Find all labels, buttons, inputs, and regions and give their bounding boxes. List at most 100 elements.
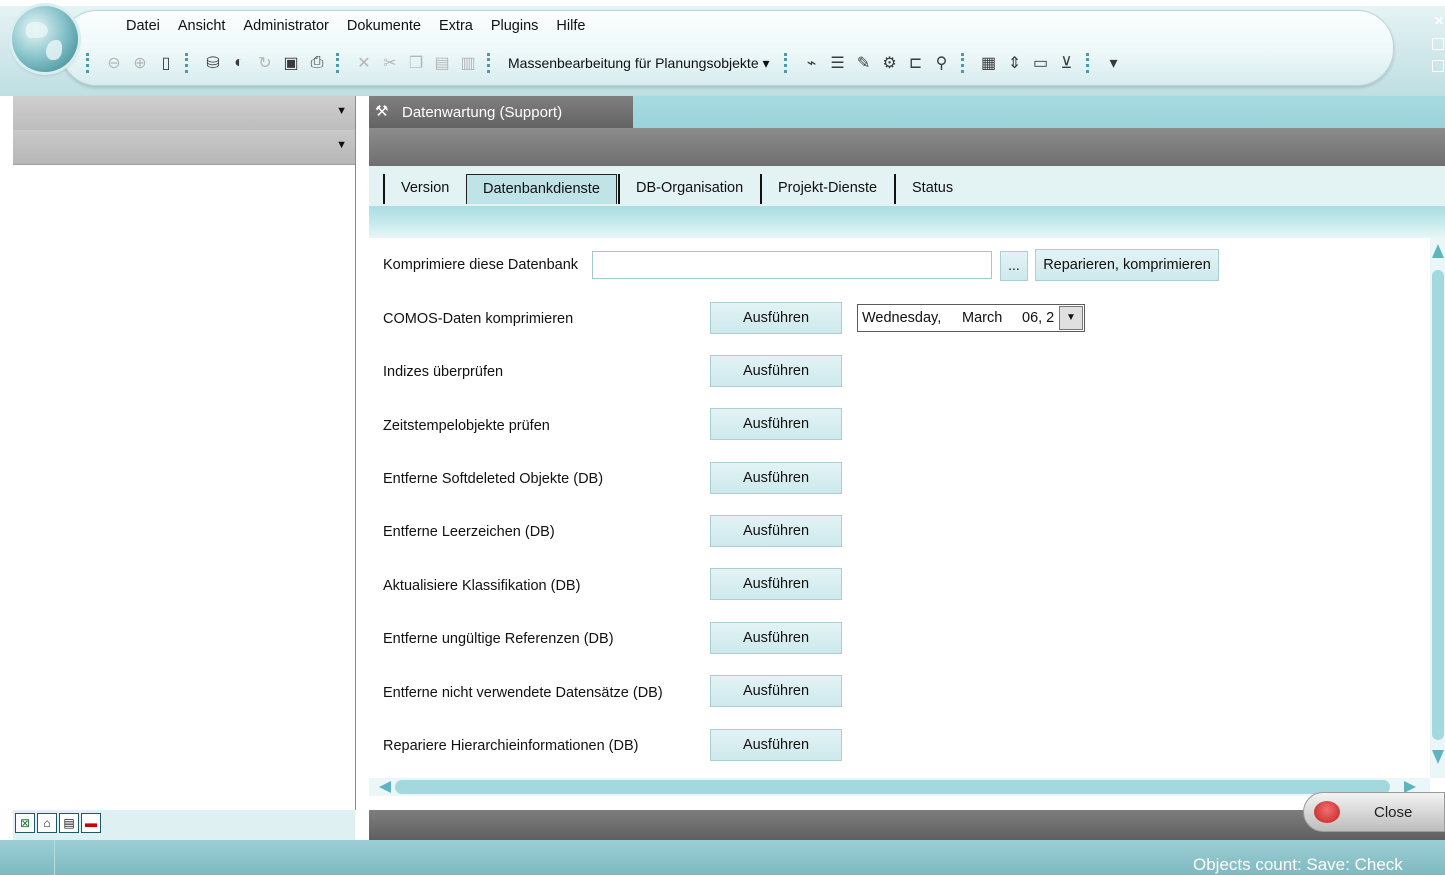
link-icon[interactable]: ⌁ (802, 53, 822, 73)
new-document-icon[interactable]: ▯ (156, 53, 176, 73)
menu-ansicht[interactable]: Ansicht (169, 18, 235, 38)
toolbar-separator (487, 53, 496, 73)
service-label: COMOS-Daten komprimieren (383, 311, 574, 327)
document-tab[interactable]: ⚒ Datenwartung (Support) (369, 96, 633, 128)
horizontal-scrollbar[interactable] (369, 778, 1430, 796)
print-icon[interactable]: ⎙ (307, 53, 327, 73)
paste-special-icon[interactable]: ▥ (458, 53, 478, 73)
scroll-up-icon[interactable] (1432, 244, 1444, 258)
service-label: Zeitstempelobjekte prüfen (383, 418, 550, 434)
toolbar-separator (1085, 53, 1095, 73)
binoculars-icon[interactable]: ⚲ (932, 53, 952, 73)
minimize-red-icon[interactable]: ▬ (81, 813, 101, 833)
repair-compress-button[interactable]: Reparieren, komprimieren (1035, 249, 1219, 281)
menu-dokumente[interactable]: Dokumente (338, 18, 430, 38)
service-label: Entferne Softdeleted Objekte (DB) (383, 471, 604, 487)
dropdown-arrow-icon: ▼ (336, 105, 347, 117)
forward-icon[interactable]: ⊕ (130, 53, 150, 73)
overflow-icon[interactable]: ▾ (1104, 53, 1124, 73)
menu-plugins[interactable]: Plugins (482, 18, 548, 38)
query-icon[interactable]: ⊏ (906, 53, 926, 73)
close-button[interactable]: Close (1303, 792, 1445, 832)
minus-box-icon[interactable]: ▭ (1031, 53, 1051, 73)
service-label: Entferne nicht verwendete Datensätze (DB… (383, 685, 663, 701)
database-icon[interactable]: ⛁ (203, 53, 223, 73)
run-button[interactable]: Ausführen (710, 675, 842, 707)
run-button[interactable]: Ausführen (710, 462, 842, 494)
document-area: ⚒ Datenwartung (Support) Version Datenba… (369, 96, 1445, 810)
tab-status[interactable]: Status (894, 174, 969, 204)
title-toolbar-area: Datei Ansicht Administrator Dokumente Ex… (0, 0, 1445, 96)
vertical-scrollbar[interactable] (1430, 238, 1445, 778)
globe-icon[interactable]: ◐ (229, 53, 249, 73)
cut-icon[interactable]: ✂ (380, 53, 400, 73)
menu-datei[interactable]: Datei (117, 18, 169, 38)
close-navigator-icon[interactable]: ⊠ (15, 813, 35, 833)
copy-icon[interactable]: ❐ (406, 53, 426, 73)
content-header-band (369, 206, 1445, 238)
document-icon[interactable]: ▤ (59, 813, 79, 833)
window-top-band (0, 0, 1445, 6)
run-button[interactable]: Ausführen (710, 729, 842, 761)
run-button[interactable]: Ausführen (710, 302, 842, 334)
tab-version[interactable]: Version (383, 174, 465, 204)
document-header-band (369, 128, 1445, 166)
dropdown-arrow-icon: ▼ (336, 139, 347, 151)
expand-icon[interactable]: ⇕ (1005, 53, 1025, 73)
scroll-thumb[interactable] (395, 780, 1390, 794)
document-tab-strip: ⚒ Datenwartung (Support) (369, 96, 1445, 128)
run-button[interactable]: Ausführen (710, 568, 842, 600)
window-controls (1432, 38, 1445, 86)
minimize-icon[interactable] (1432, 60, 1444, 72)
restore-icon[interactable] (1432, 38, 1444, 50)
date-picker[interactable]: Wednesday, March 06, 2 ▼ (857, 304, 1085, 332)
tab-datenbankdienste[interactable]: Datenbankdienste (466, 174, 617, 204)
menu-hilfe[interactable]: Hilfe (547, 18, 594, 38)
menu-administrator[interactable]: Administrator (234, 18, 337, 38)
subtab-bar: Version Datenbankdienste DB-Organisation… (369, 166, 1445, 206)
toolbar-separator (86, 53, 95, 73)
database-path-input[interactable] (592, 251, 992, 279)
navigator-dropdown-2[interactable]: ▼ (13, 130, 355, 165)
date-day: 06, 2 (1022, 310, 1055, 326)
service-label: Entferne ungültige Referenzen (DB) (383, 631, 614, 647)
document-footer-bar (369, 810, 1445, 840)
save-icon[interactable]: ▣ (281, 53, 301, 73)
tab-projekt-dienste[interactable]: Projekt-Dienste (760, 174, 893, 204)
run-button[interactable]: Ausführen (710, 622, 842, 654)
clipboard-icon[interactable]: ▦ (979, 53, 999, 73)
scroll-left-icon[interactable] (379, 781, 391, 793)
toolbar-separator (960, 53, 970, 73)
lock-icon[interactable]: ⌂ (37, 813, 57, 833)
menu-extra[interactable]: Extra (430, 18, 482, 38)
scroll-down-icon[interactable] (1432, 750, 1444, 764)
document-tab-title: Datenwartung (Support) (402, 104, 563, 121)
run-button[interactable]: Ausführen (710, 515, 842, 547)
layers-icon[interactable]: ☰ (828, 53, 848, 73)
toolbar-separator (783, 53, 793, 73)
main-toolbar: ⊖ ⊕ ▯ ⛁ ◐ ↻ ▣ ⎙ ✕ ✂ ❐ ▤ ▥ Massenbearbeit… (80, 50, 1127, 76)
brush-icon[interactable]: ✎ (854, 53, 874, 73)
run-button[interactable]: Ausführen (710, 355, 842, 387)
settings-icon[interactable]: ⚙ (880, 53, 900, 73)
paste-icon[interactable]: ▤ (432, 53, 452, 73)
date-weekday: Wednesday, (862, 310, 942, 326)
navigator-dropdown-1[interactable]: ▼ (13, 96, 355, 130)
tab-db-organisation[interactable]: DB-Organisation (618, 174, 759, 204)
status-text: Objects count: Save: Check (1193, 855, 1403, 874)
service-label: Indizes überprüfen (383, 364, 504, 380)
service-label: Entferne Leerzeichen (DB) (383, 524, 555, 540)
app-globe-logo[interactable] (12, 6, 78, 72)
delete-icon[interactable]: ✕ (354, 53, 374, 73)
refresh-icon[interactable]: ↻ (255, 53, 275, 73)
scroll-thumb[interactable] (1432, 270, 1444, 740)
navigator-toolbar: ⊠ ⌂ ▤ ▬ (13, 810, 355, 840)
window-close-icon[interactable]: ✕ (1434, 14, 1444, 28)
service-label: Repariere Hierarchieinformationen (DB) (383, 738, 639, 754)
mass-edit-dropdown[interactable]: Massenbearbeitung für Planungsobjekte ▾ (508, 55, 770, 72)
tree-icon[interactable]: ⊻ (1057, 53, 1077, 73)
date-dropdown-icon[interactable]: ▼ (1059, 306, 1083, 330)
run-button[interactable]: Ausführen (710, 408, 842, 440)
back-icon[interactable]: ⊖ (104, 53, 124, 73)
browse-button[interactable]: ... (1000, 251, 1028, 281)
